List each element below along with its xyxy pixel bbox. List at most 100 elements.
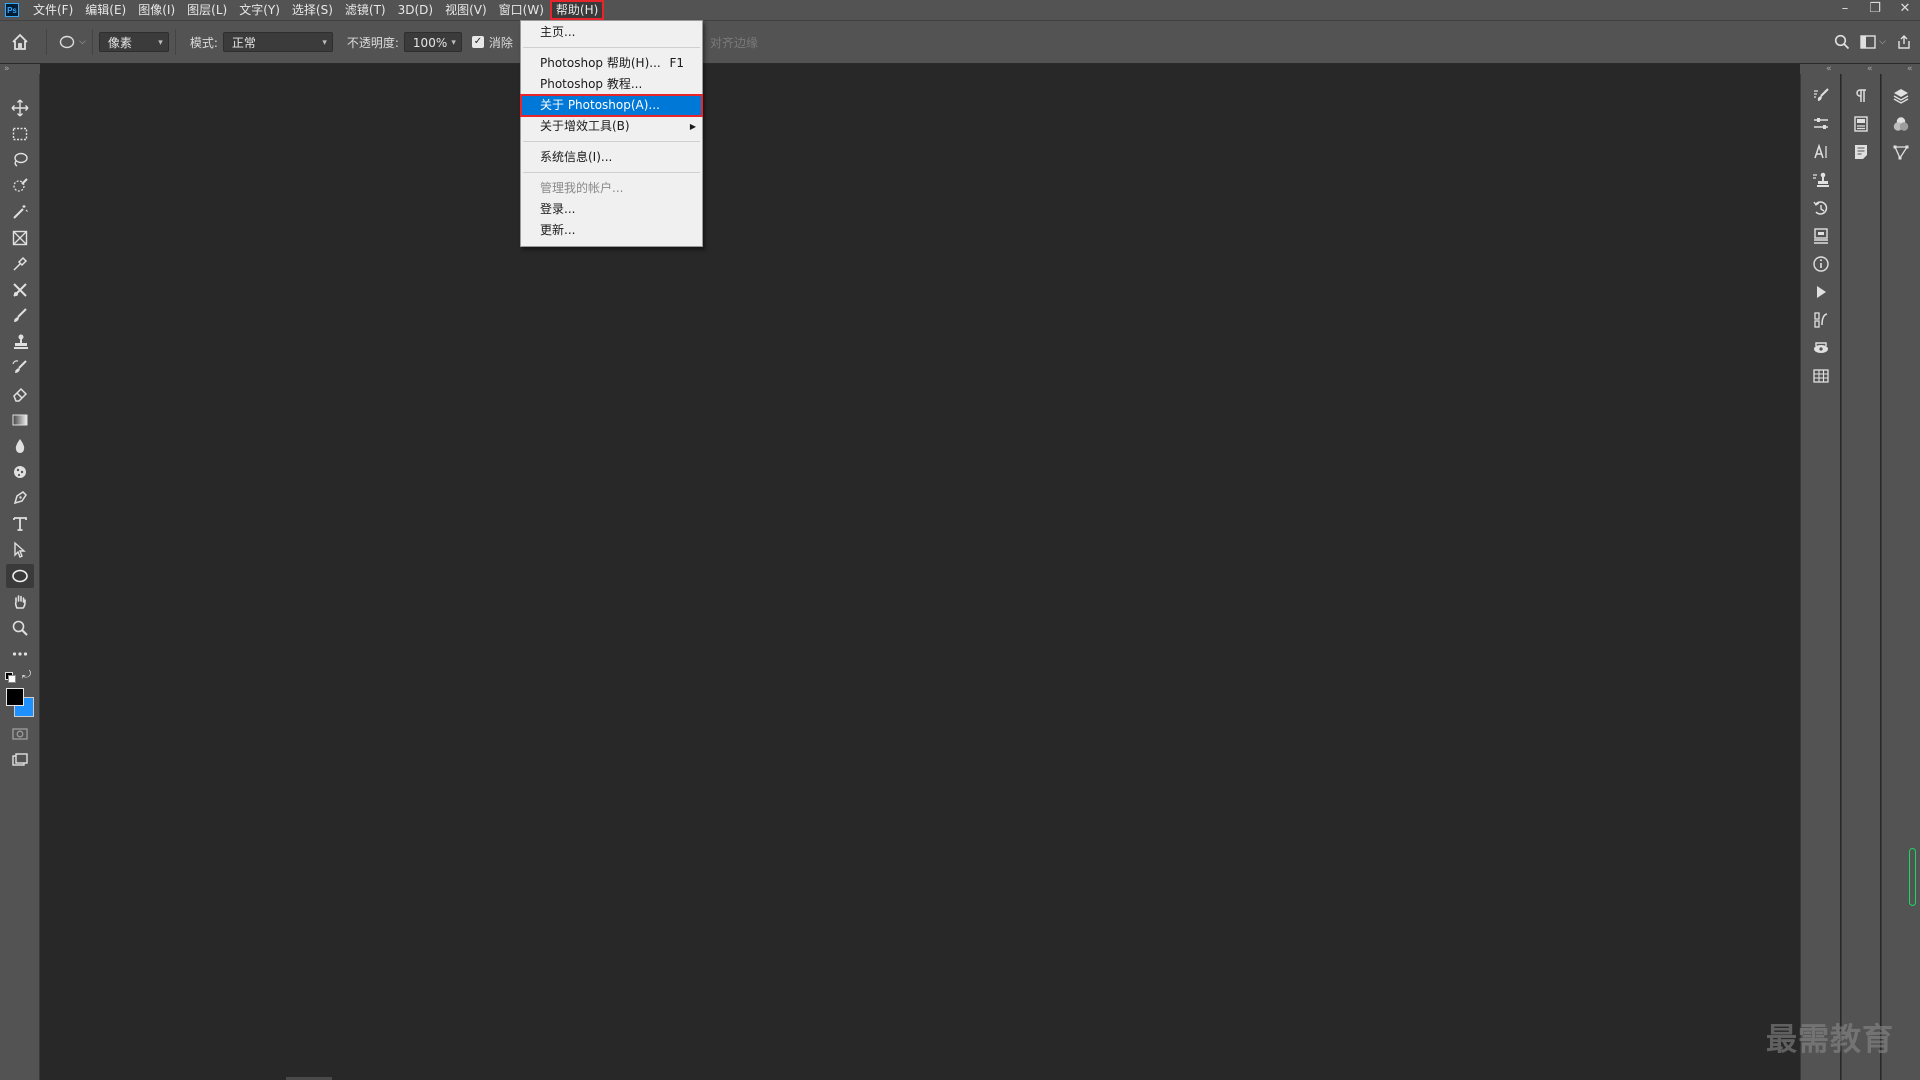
workspace-switcher[interactable]: ⌵ <box>1860 35 1886 49</box>
menu-filter[interactable]: 滤镜(T) <box>339 0 392 20</box>
foreground-color-swatch[interactable] <box>6 688 24 706</box>
brush-settings-icon[interactable] <box>1807 84 1835 108</box>
options-right-controls: ⌵ <box>1834 21 1912 63</box>
menu-item-label: 管理我的帐户... <box>540 181 624 195</box>
minimize-button[interactable]: – <box>1830 0 1860 20</box>
blur-tool[interactable] <box>6 434 34 458</box>
object-select-tool[interactable] <box>6 200 34 224</box>
mode-select[interactable]: 正常 ▾ <box>222 32 333 52</box>
tool-preset-picker[interactable]: ⌵ <box>59 35 86 49</box>
type-icon <box>13 517 27 531</box>
history-brush-tool[interactable] <box>6 356 34 380</box>
more-tools[interactable] <box>6 642 34 666</box>
paragraph-icon[interactable] <box>1847 84 1875 108</box>
glyphs-icon[interactable] <box>1847 112 1875 136</box>
collapse-panels-icon[interactable]: « <box>1867 64 1873 74</box>
scroll-indicator[interactable] <box>1909 848 1916 906</box>
menu-layer[interactable]: 图层(L) <box>181 0 233 20</box>
toolbar-collapse-button[interactable]: » <box>0 64 40 74</box>
fill-type-value: 像素 <box>107 36 132 50</box>
eyedropper-tool[interactable] <box>6 252 34 276</box>
eraser-tool[interactable] <box>6 382 34 406</box>
menu-item-about-photoshop[interactable]: 关于 Photoshop(A)... <box>520 94 703 117</box>
menu-view[interactable]: 视图(V) <box>439 0 493 20</box>
menu-window[interactable]: 窗口(W) <box>493 0 550 20</box>
quick-select-tool[interactable] <box>6 174 34 198</box>
menu-item-home[interactable]: 主页... <box>521 22 702 43</box>
menu-file[interactable]: 文件(F) <box>27 0 79 20</box>
zoom-tool[interactable] <box>6 616 34 640</box>
menu-type[interactable]: 文字(Y) <box>233 0 286 20</box>
chevron-down-icon: ▾ <box>451 38 456 48</box>
menu-item-shortcut: F1 <box>669 56 684 70</box>
actions-play-icon[interactable] <box>1807 280 1835 304</box>
properties-icon[interactable] <box>1807 224 1835 248</box>
history-icon[interactable] <box>1807 196 1835 220</box>
options-separator <box>91 29 93 55</box>
table-icon[interactable] <box>1807 364 1835 388</box>
rectangle-marquee-icon <box>12 127 28 141</box>
swap-colors-icon[interactable]: ⤾ <box>22 668 31 682</box>
home-button[interactable] <box>0 21 40 63</box>
document-canvas-area[interactable] <box>41 64 1800 1080</box>
close-button[interactable]: ✕ <box>1890 0 1920 20</box>
menu-item-label: 关于 Photoshop(A)... <box>540 98 660 112</box>
opacity-input[interactable]: 100% ▾ <box>403 32 462 52</box>
share-icon[interactable] <box>1896 34 1912 50</box>
mode-value: 正常 <box>231 36 256 50</box>
menu-item-label: Photoshop 帮助(H)... <box>540 56 661 70</box>
paths-icon[interactable] <box>1887 140 1915 164</box>
collapse-panels-icon[interactable]: « <box>1907 64 1913 74</box>
quick-mask-button[interactable] <box>6 722 34 746</box>
screen-mode-button[interactable] <box>6 748 34 772</box>
menu-bar: Ps 文件(F) 编辑(E) 图像(I) 图层(L) 文字(Y) 选择(S) 滤… <box>0 0 1920 20</box>
menu-separator <box>523 141 700 142</box>
character-icon[interactable] <box>1807 140 1835 164</box>
marquee-tool[interactable] <box>6 122 34 146</box>
lasso-icon <box>14 152 28 167</box>
menu-item-about-plugins[interactable]: 关于增效工具(B) ▶ <box>521 116 702 137</box>
menu-3d[interactable]: 3D(D) <box>392 0 439 20</box>
menu-image[interactable]: 图像(I) <box>132 0 181 20</box>
menu-item-updates[interactable]: 更新... <box>521 220 702 241</box>
move-tool[interactable] <box>6 96 34 120</box>
patch-tool[interactable] <box>6 278 34 302</box>
photoshop-logo-icon: Ps <box>5 3 19 17</box>
3d-icon[interactable] <box>1807 336 1835 360</box>
adjustments-icon[interactable] <box>1807 112 1835 136</box>
menu-item-system-info[interactable]: 系统信息(I)... <box>521 147 702 168</box>
antialias-checkbox[interactable]: ✓ <box>471 36 484 48</box>
brush-tool[interactable] <box>6 304 34 328</box>
notes-icon[interactable] <box>1847 140 1875 164</box>
default-colors-icon[interactable] <box>5 672 16 683</box>
path-select-tool[interactable] <box>6 538 34 562</box>
tool-presets-icon[interactable] <box>1807 308 1835 332</box>
clone-source-icon[interactable] <box>1807 168 1835 192</box>
info-icon[interactable] <box>1807 252 1835 276</box>
search-icon[interactable] <box>1834 34 1850 50</box>
type-tool[interactable] <box>6 512 34 536</box>
channels-icon[interactable] <box>1887 112 1915 136</box>
clone-stamp-tool[interactable] <box>6 330 34 354</box>
collapse-panels-icon[interactable]: « <box>1826 64 1832 74</box>
gradient-tool[interactable] <box>6 408 34 432</box>
layers-icon[interactable] <box>1887 84 1915 108</box>
ellipse-tool[interactable] <box>6 564 34 588</box>
restore-button[interactable]: ❐ <box>1860 0 1890 20</box>
menu-item-sign-in[interactable]: 登录... <box>521 199 702 220</box>
submenu-arrow-icon: ▶ <box>689 122 696 131</box>
dodge-tool[interactable] <box>6 460 34 484</box>
hand-icon <box>14 595 26 609</box>
menu-item-label: Photoshop 教程... <box>540 77 643 91</box>
menu-select[interactable]: 选择(S) <box>286 0 339 20</box>
frame-tool[interactable] <box>6 226 34 250</box>
brush-icon <box>14 308 27 322</box>
menu-item-tutorials[interactable]: Photoshop 教程... <box>521 74 702 95</box>
pen-tool[interactable] <box>6 486 34 510</box>
hand-tool[interactable] <box>6 590 34 614</box>
menu-edit[interactable]: 编辑(E) <box>79 0 132 20</box>
menu-help[interactable]: 帮助(H) <box>549 0 605 20</box>
lasso-tool[interactable] <box>6 148 34 172</box>
fill-type-select[interactable]: 像素 ▾ <box>98 32 169 52</box>
menu-item-photoshop-help[interactable]: Photoshop 帮助(H)... F1 <box>521 53 702 74</box>
